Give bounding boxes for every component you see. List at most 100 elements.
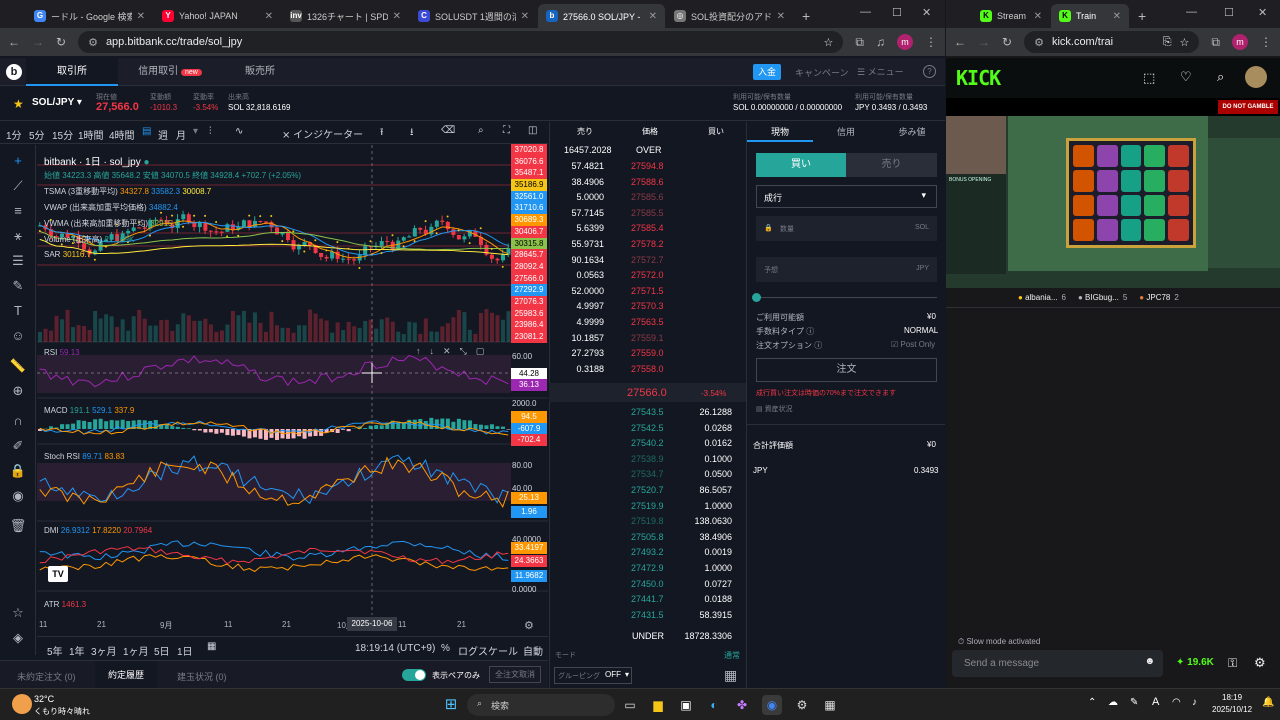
range-1m[interactable]: 1ヶ月 [123, 643, 149, 658]
minimize-icon[interactable]: — [860, 6, 871, 18]
indicators-button[interactable]: ⨯ インジケーター [282, 126, 363, 141]
taskbar-search[interactable]: ⌕ 検索 [467, 694, 615, 716]
file-explorer-icon[interactable]: ▆ [648, 695, 668, 715]
address-input[interactable]: ⚙ app.bitbank.cc/trade/sol_jpy ☆ [78, 31, 844, 53]
close-window-icon[interactable]: ✕ [922, 6, 931, 19]
ob-ask-row[interactable]: 27.2793 27559.0 [550, 346, 746, 362]
browser-tab[interactable]: G ードル - Google 検索 ✕ [26, 4, 153, 28]
buy-side-button[interactable]: 買い [756, 153, 846, 177]
auto-scale-toggle[interactable]: 自動 [523, 643, 543, 658]
gifter-entry[interactable]: ● JPC78 2 [1139, 293, 1179, 302]
store-icon[interactable]: ▣ [676, 695, 696, 715]
browser-tab[interactable]: K Stream ✕ [972, 4, 1050, 28]
browser-menu-icon[interactable]: ⋮ [925, 35, 937, 49]
lock-drawing-icon[interactable]: ✐ [9, 438, 27, 454]
deposit-button[interactable]: 入金 [753, 64, 781, 80]
edge-icon[interactable]: ◐ [704, 695, 724, 715]
pattern-icon[interactable]: ⚹ [9, 228, 27, 244]
asset-status-link[interactable]: ▤ 資産状況 [756, 404, 793, 414]
chat-input[interactable]: Send a message ☻ [952, 650, 1163, 677]
app-icon[interactable]: ⚙ [792, 695, 812, 715]
chart-settings-icon[interactable]: ⚙ [524, 619, 534, 632]
reload-icon-right[interactable]: ↻ [1002, 35, 1012, 49]
stream-player[interactable]: DO NOT GAMBLE BONUS OPENING [946, 98, 1280, 288]
start-icon[interactable]: ⊞ [441, 695, 461, 715]
qty-input[interactable]: 🔒 数量 SOL [756, 216, 937, 241]
chrome-icon[interactable]: ◉ [762, 695, 782, 715]
clock-time[interactable]: 18:19 [1222, 693, 1242, 702]
back-icon-right[interactable]: ← [954, 35, 966, 49]
browser-menu-icon-right[interactable]: ⋮ [1260, 35, 1272, 49]
ob-bid-row[interactable]: 27519.9 1.0000 [550, 499, 746, 515]
trash-icon[interactable]: 🗑 [9, 518, 27, 534]
ob-bid-row[interactable]: 27538.9 0.1000 [550, 452, 746, 468]
tab-close-icon[interactable]: ✕ [777, 11, 785, 22]
log-scale-toggle[interactable]: ログスケール [458, 643, 518, 658]
tradingview-logo-icon[interactable]: TV [48, 566, 68, 582]
pair-selector[interactable]: SOL/JPY ▾ [32, 97, 82, 108]
browser-tab[interactable]: inv 1326チャート | SPDRゴー ✕ [282, 4, 409, 28]
nav-tab-margin[interactable]: 信用取引 new [120, 58, 220, 86]
ob-bid-row[interactable]: 27540.2 0.0162 [550, 436, 746, 452]
trendline-icon[interactable]: ⟋ [9, 178, 27, 194]
ob-ask-row[interactable]: 0.3188 27558.0 [550, 362, 746, 378]
range-1y[interactable]: 1年 [69, 643, 85, 658]
maximize-icon-right[interactable]: ☐ [1224, 6, 1234, 19]
gift-icon[interactable]: ⚿ [1228, 656, 1237, 671]
ime-indicator[interactable]: A [1152, 696, 1159, 708]
interval-1m[interactable]: 1分 [6, 127, 22, 142]
ob-bid-row[interactable]: 27431.5 58.3915 [550, 608, 746, 624]
interval-4h[interactable]: 4時間 [109, 127, 135, 142]
ob-ask-row[interactable]: 55.9731 27578.2 [550, 237, 746, 253]
fullscreen-icon[interactable]: ⛶ [503, 125, 510, 136]
ob-bid-row[interactable]: 27519.8 138.0630 [550, 514, 746, 530]
fib-icon[interactable]: ≡ [9, 203, 27, 218]
pane-collapse-icon[interactable]: ⤡ [460, 346, 467, 357]
brush-icon[interactable]: ✎ [9, 278, 27, 294]
menu-button[interactable]: ☰ メニュー [857, 65, 904, 78]
nav-tab-exchange[interactable]: 取引所 [26, 58, 118, 86]
positions-tab[interactable]: 建玉状況 (0) [177, 670, 227, 683]
ob-bid-row[interactable]: 27472.9 1.0000 [550, 561, 746, 577]
percent-toggle[interactable]: % [441, 643, 450, 654]
ob-ask-row[interactable]: 57.7145 27585.5 [550, 206, 746, 222]
interval-15m[interactable]: 15分 [52, 127, 73, 142]
amount-slider-handle[interactable] [752, 293, 761, 302]
ob-bid-row[interactable]: 27543.5 26.1288 [550, 405, 746, 421]
ob-ask-row[interactable]: 38.4906 27588.6 [550, 175, 746, 191]
weather-icon[interactable] [12, 694, 32, 714]
ob-ask-row[interactable]: 5.6399 27585.4 [550, 221, 746, 237]
order-tab-margin[interactable]: 信用 [813, 122, 879, 142]
tab-close-icon[interactable]: ✕ [521, 11, 529, 22]
interval-dropdown-icon[interactable]: ▾ [193, 126, 198, 137]
eraser-icon[interactable]: ⌫ [441, 125, 455, 136]
range-3m[interactable]: 3ヶ月 [91, 643, 117, 658]
maximize-icon[interactable]: ☐ [892, 6, 902, 19]
ob-ask-row[interactable]: 57.4821 27594.8 [550, 159, 746, 175]
order-type-select[interactable]: 成行 ▾ [756, 185, 937, 208]
date-range-icon[interactable]: ▦ [207, 641, 216, 652]
site-info-icon-right[interactable]: ⚙ [1034, 36, 1044, 49]
cloud-icon[interactable]: ☁ [1108, 697, 1118, 708]
notification-bell-icon[interactable]: 🔔 [1262, 697, 1274, 708]
projection-icon[interactable]: ☰ [9, 253, 27, 269]
extensions-icon-right[interactable]: ⧉ [1211, 35, 1220, 50]
site-info-icon[interactable]: ⚙ [88, 36, 98, 49]
sell-side-button[interactable]: 売り [846, 153, 937, 177]
interval-5m[interactable]: 5分 [29, 127, 45, 142]
ob-bid-row[interactable]: 27534.7 0.0500 [550, 467, 746, 483]
pane-maximize-icon[interactable]: ▢ [476, 346, 485, 357]
ob-bid-row[interactable]: 27520.7 86.5057 [550, 483, 746, 499]
magnet-icon[interactable]: ∩ [9, 413, 27, 428]
task-view-icon[interactable]: ▭ [620, 695, 640, 715]
ob-ask-row[interactable]: 90.1634 27572.7 [550, 253, 746, 269]
kick-logo-icon[interactable]: KICK [956, 66, 1001, 90]
browser-tab[interactable]: b 27566.0 SOL/JPY - ビット ✕ [538, 4, 665, 28]
ruler-icon[interactable]: 📏 [9, 358, 27, 374]
amount-slider[interactable] [756, 297, 937, 298]
bitbank-logo-icon[interactable]: b [6, 63, 22, 80]
browser-tab[interactable]: C SOLUSDT 1週間の清算 ✕ [410, 4, 537, 28]
zoom-in-icon[interactable]: ⊕ [9, 383, 27, 399]
volume-icon[interactable]: ♪ [1192, 697, 1197, 708]
profile-avatar-right[interactable]: m [1232, 34, 1248, 50]
